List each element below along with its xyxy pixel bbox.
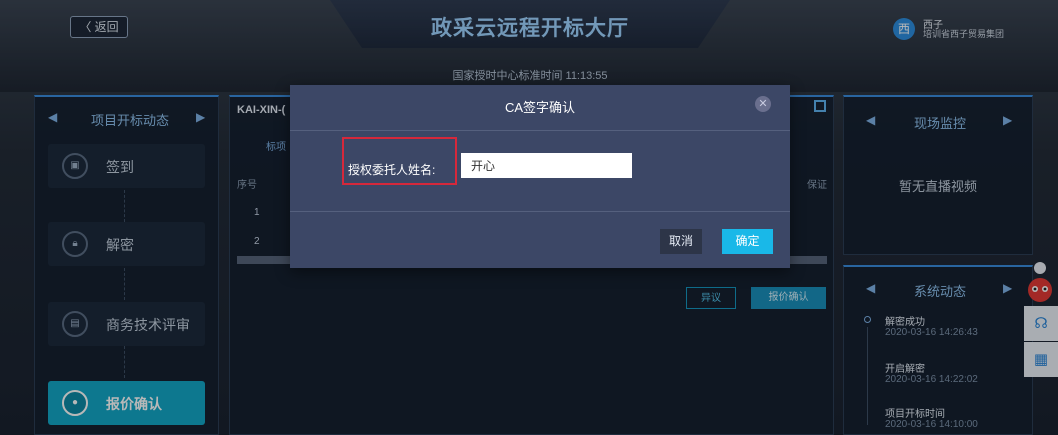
delegate-name-input[interactable] bbox=[461, 153, 632, 178]
cancel-button[interactable]: 取消 bbox=[660, 229, 702, 254]
divider bbox=[290, 130, 790, 131]
divider bbox=[290, 211, 790, 212]
confirm-button[interactable]: 确定 bbox=[722, 229, 773, 254]
delegate-name-label: 授权委托人姓名: bbox=[348, 163, 436, 177]
ca-sign-dialog: CA签字确认 ✕ 授权委托人姓名: 取消 确定 bbox=[290, 85, 790, 268]
dialog-title: CA签字确认 bbox=[504, 100, 576, 115]
close-icon[interactable]: ✕ bbox=[755, 96, 771, 112]
